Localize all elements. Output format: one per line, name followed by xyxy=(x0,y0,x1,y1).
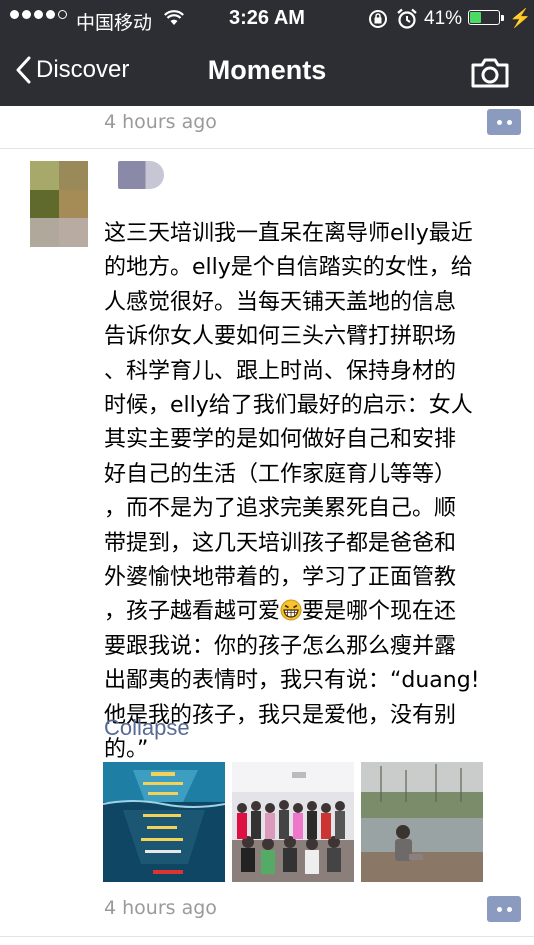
username-blurred[interactable] xyxy=(118,161,164,189)
post-divider xyxy=(0,936,534,937)
battery-icon xyxy=(468,10,500,25)
previous-post-comment-button[interactable] xyxy=(487,109,521,135)
post-text-line: ，孩子越看越可爱 xyxy=(104,599,281,625)
comment-dot-icon xyxy=(496,119,502,125)
post-text-line: 这三天培训我一直呆在离导师elly最近 xyxy=(104,221,473,246)
rotation-lock-icon xyxy=(368,8,388,36)
photo-poster[interactable] xyxy=(103,762,225,882)
post-text-line: 外婆愉快地带着的，学习了正面管教 xyxy=(104,565,457,591)
post-text: 这三天培训我一直呆在离导师elly最近 的地方。elly是个自信踏实的女性，给 … xyxy=(104,217,524,768)
comment-dot-icon xyxy=(506,119,512,125)
alarm-clock-icon xyxy=(396,8,418,36)
post-text-line: 人感觉很好。当每天铺天盖地的信息 xyxy=(104,289,457,315)
post-text-line: 出鄙夷的表情时，我只有说：“duang! xyxy=(104,668,480,694)
camera-icon xyxy=(471,58,509,88)
collapse-link[interactable]: Collapse xyxy=(104,715,190,741)
post-text-line: 其实主要学的是如何做好自己和安排 xyxy=(104,427,457,453)
status-bar: 中国移动 3:26 AM 41% ⚡ xyxy=(0,0,534,40)
comment-dot-icon xyxy=(506,906,512,912)
post-text-line: 要跟我说：你的孩子怎么那么瘦并露 xyxy=(104,633,457,659)
post-text-line: 带提到，这几天培训孩子都是爸爸和 xyxy=(104,530,457,556)
camera-button[interactable] xyxy=(470,57,510,94)
post-text-line: 时候，elly给了我们最好的启示：女人 xyxy=(104,393,473,419)
post-text-line: ，而不是为了追求完美累死自己。顺 xyxy=(104,496,457,522)
navigation-bar: Discover Moments xyxy=(0,40,534,106)
comment-dot-icon xyxy=(496,906,502,912)
grinning-emoji-icon xyxy=(280,599,302,621)
post-divider xyxy=(0,148,534,149)
photo-group[interactable] xyxy=(232,762,354,882)
post-comment-button[interactable] xyxy=(487,896,521,922)
previous-post-timestamp: 4 hours ago xyxy=(104,111,217,133)
post-text-line: 要是哪个现在还 xyxy=(302,599,457,625)
avatar[interactable] xyxy=(30,161,88,247)
photo-child-pond[interactable] xyxy=(361,762,483,882)
charging-bolt-icon: ⚡ xyxy=(509,8,532,28)
post-text-line: 告诉你女人要如何三头六臂打拼职场 xyxy=(104,324,457,350)
post-text-line: 、科学育儿、跟上时尚、保持身材的 xyxy=(104,358,457,384)
battery-tip xyxy=(501,15,504,21)
post-text-line: 好自己的生活（工作家庭育儿等等） xyxy=(104,461,457,487)
page-title: Moments xyxy=(207,55,327,85)
battery-percentage: 41% xyxy=(424,8,463,29)
post-text-line: 的地方。elly是个自信踏实的女性，给 xyxy=(104,255,473,281)
post-timestamp: 4 hours ago xyxy=(104,897,217,919)
